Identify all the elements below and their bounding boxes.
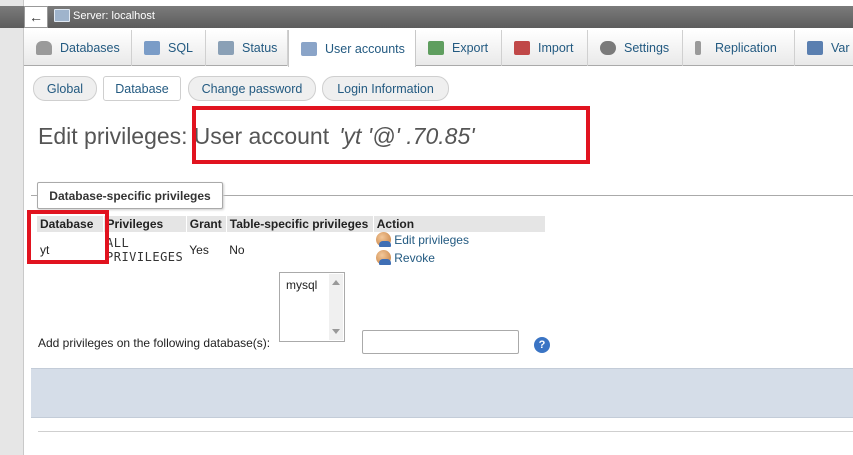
tab-import[interactable]: Import	[502, 30, 588, 66]
subtab-database[interactable]: Database	[103, 76, 181, 101]
help-icon[interactable]: ?	[534, 337, 550, 353]
subtab-change-password[interactable]: Change password	[188, 76, 316, 101]
database-option[interactable]: mysql	[286, 278, 317, 292]
navigation-sidebar	[0, 0, 24, 455]
tab-sql[interactable]: SQL	[132, 30, 206, 66]
divider	[38, 431, 853, 432]
tab-databases[interactable]: Databases	[24, 30, 132, 66]
tab-settings[interactable]: Settings	[588, 30, 683, 66]
status-icon	[218, 41, 234, 55]
cell-table-specific: No	[226, 232, 374, 268]
revoke-link[interactable]: Revoke	[376, 250, 435, 265]
import-icon	[514, 41, 530, 55]
export-icon	[428, 41, 444, 55]
database-select[interactable]: mysql	[279, 272, 345, 342]
tab-replication[interactable]: Replication	[683, 30, 795, 66]
tab-user-accounts[interactable]: User accounts	[288, 30, 416, 67]
section-legend: Database-specific privileges	[37, 182, 223, 209]
database-name-input[interactable]	[362, 330, 519, 354]
users-icon	[301, 41, 317, 56]
cell-action: Edit privileges Revoke	[373, 232, 546, 268]
table-header-row: Database Privileges Grant Table-specific…	[37, 216, 546, 232]
header-table-specific: Table-specific privileges	[226, 216, 374, 232]
cell-grant: Yes	[186, 232, 227, 268]
database-icon	[36, 41, 52, 55]
edit-privileges-link[interactable]: Edit privileges	[376, 232, 469, 247]
database-select-scrollbar[interactable]	[329, 274, 343, 340]
header-grant: Grant	[186, 216, 227, 232]
scroll-down-icon[interactable]	[332, 329, 340, 334]
collapse-nav-button[interactable]: ←	[24, 6, 48, 28]
wrench-icon	[600, 41, 616, 55]
sql-icon	[144, 41, 160, 55]
subtab-global[interactable]: Global	[33, 76, 97, 101]
tab-status[interactable]: Status	[206, 30, 288, 66]
main-tabs: Databases SQL Status User accounts Expor…	[24, 30, 853, 67]
highlight-box-database	[27, 210, 109, 264]
breadcrumb-server[interactable]: Server: localhost	[73, 10, 155, 22]
header-privileges: Privileges	[103, 216, 187, 232]
revoke-user-icon	[376, 250, 392, 265]
edit-user-icon	[376, 232, 392, 247]
replication-icon	[695, 41, 701, 55]
add-privileges-label: Add privileges on the following database…	[38, 336, 271, 350]
page-title-prefix: Edit privileges:	[38, 123, 188, 149]
table-row: yt ALL PRIVILEGES Yes No Edit privileges…	[37, 232, 546, 268]
tab-export[interactable]: Export	[416, 30, 502, 66]
form-footer-bar	[31, 368, 853, 418]
variables-icon	[807, 41, 823, 55]
privileges-table: Database Privileges Grant Table-specific…	[37, 216, 546, 268]
header-action: Action	[373, 216, 546, 232]
highlight-box-user-account	[192, 106, 590, 164]
server-icon	[54, 9, 70, 22]
subtab-login-information[interactable]: Login Information	[322, 76, 449, 101]
cell-privileges: ALL PRIVILEGES	[103, 232, 187, 268]
scroll-up-icon[interactable]	[332, 280, 340, 285]
tab-variables[interactable]: Var	[795, 30, 853, 66]
